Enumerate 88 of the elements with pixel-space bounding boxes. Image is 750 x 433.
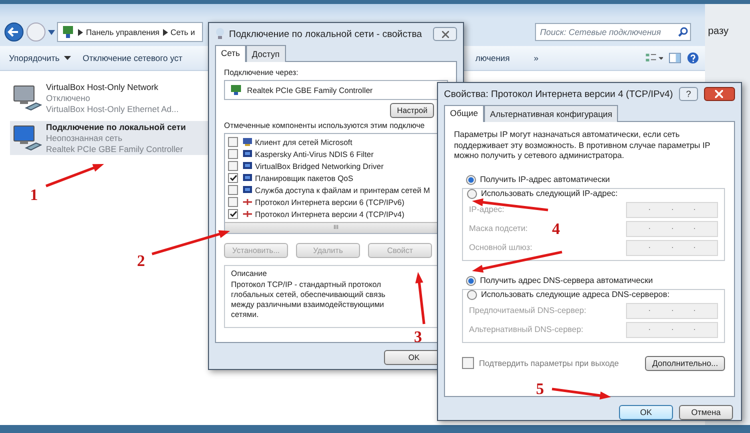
radio-label: Использовать следующий IP-адрес: [481,189,618,198]
tab[interactable]: Сеть [215,45,246,62]
field-label: Маска подсети: [469,224,528,234]
connection-item[interactable]: Подключение по локальной сети Неопознанная сеть Realtek PCIe GBE Family Controller [10,121,210,155]
chevron-icon [78,28,83,36]
checkmark-icon [230,211,236,217]
client-icon [242,137,253,147]
breadcrumb-item[interactable]: Сеть и [170,28,195,36]
ip-address-field[interactable] [626,202,718,218]
arrow [46,164,104,188]
help-button[interactable]: ? [678,87,698,101]
ip-address-field[interactable] [626,240,718,256]
search-icon [678,27,688,37]
protocol-icon [242,197,253,207]
breadcrumb-item[interactable]: Панель управления [86,28,160,36]
field-label: IP-адрес: [469,205,504,214]
tab[interactable]: Альтернативная конфигурация [484,105,618,122]
chevron-icon [162,28,168,36]
close-icon [442,30,448,38]
help-icon[interactable] [687,51,699,65]
back-icon[interactable] [4,22,24,42]
advanced-button[interactable]: Дополнительно... [645,356,725,371]
network-adapter-icon [230,84,242,96]
close-button[interactable] [433,27,457,41]
dialog-title: Подключение по локальной сети - свойства [229,28,422,40]
cancel-button[interactable]: Отмена [679,405,733,420]
caret-icon [64,56,71,60]
service-icon [242,173,253,183]
field-label: Основной шлюз: [469,243,532,252]
close-button[interactable] [704,87,735,101]
checkbox[interactable] [462,357,474,370]
arrow [552,388,611,400]
ip-address-field[interactable] [626,302,718,319]
network-adapter-icon [12,124,42,152]
checkbox[interactable] [228,173,238,183]
checkbox[interactable] [228,197,238,207]
radio-button[interactable] [467,290,477,300]
radio-button[interactable] [466,276,476,286]
connection-name: VirtualBox Host-Only Network [46,82,160,92]
step-number: 3 [414,329,422,346]
network-adapter-icon [12,84,42,112]
service-icon [242,185,253,195]
radio-button[interactable] [466,174,476,185]
step-number: 4 [552,221,560,238]
step-number: 5 [536,381,544,398]
tab[interactable]: Общие [444,105,484,122]
connection-name: Подключение по локальной сети [46,122,186,132]
toolbar-button[interactable]: Упорядочить [6,53,74,63]
dropdown-icon[interactable] [48,30,55,34]
ip-address-field[interactable] [626,322,718,338]
checkbox[interactable] [228,149,238,159]
arrow [415,272,426,324]
checkmark-icon [230,175,236,181]
window-text: разу [708,26,728,37]
search-field[interactable]: Поиск: Сетевые подключения [535,23,691,41]
checkbox[interactable] [228,185,238,195]
checkbox[interactable] [228,137,238,147]
service-icon [242,149,253,159]
connection-device: Realtek PCIe GBE Family Controller [46,144,184,154]
checkbox-label: Подтвердить параметры при выходе [479,358,619,368]
preview-pane-icon[interactable] [669,52,682,64]
connection-status: Неопознанная сеть [46,133,124,143]
dialog-title: Свойства: Протокол Интернета версии 4 (TCP/IPv4) [444,88,673,100]
radio-label: Использовать следующие адреса DNS-серверов: [481,290,670,300]
radio-label: Получить IP-адрес автоматически [480,175,610,184]
intro-text: Параметры IP могут назначаться автоматически, если сеть поддерживает эту возможность. В противном случае параметры IP можно получить у сетевого администратора. [454,130,712,162]
view-options-icon[interactable] [644,52,664,64]
step-number: 2 [137,253,145,270]
field-label: Альтернативный DNS-сервер: [469,325,584,334]
more-button[interactable]: » [534,53,539,63]
connection-device: VirtualBox Host-Only Ethernet Ad... [46,104,179,114]
checkbox[interactable] [228,161,238,171]
protocol-icon [242,209,253,219]
radio-button[interactable] [467,188,477,199]
connection-item[interactable]: VirtualBox Host-Only Network Отключено VirtualBox Host-Only Ethernet Ad... [10,81,210,115]
service-icon [242,161,253,171]
close-icon [715,90,724,98]
tab[interactable]: Доступ [246,45,286,62]
step-number: 1 [30,187,38,204]
checkbox[interactable] [228,209,238,219]
connection-status: Отключено [46,93,92,103]
toolbar-button[interactable]: Отключение сетевого уст [80,53,186,63]
toolbar-button[interactable]: лючения [475,53,510,63]
address-bar[interactable]: Панель управления Сеть и [57,22,203,42]
field-label: Предпочитаемый DNS-сервер: [469,306,586,316]
ok-button[interactable]: OK [619,405,673,420]
ip-address-field[interactable] [626,220,718,237]
radio-label: Получить адрес DNS-сервера автоматически [480,276,653,286]
